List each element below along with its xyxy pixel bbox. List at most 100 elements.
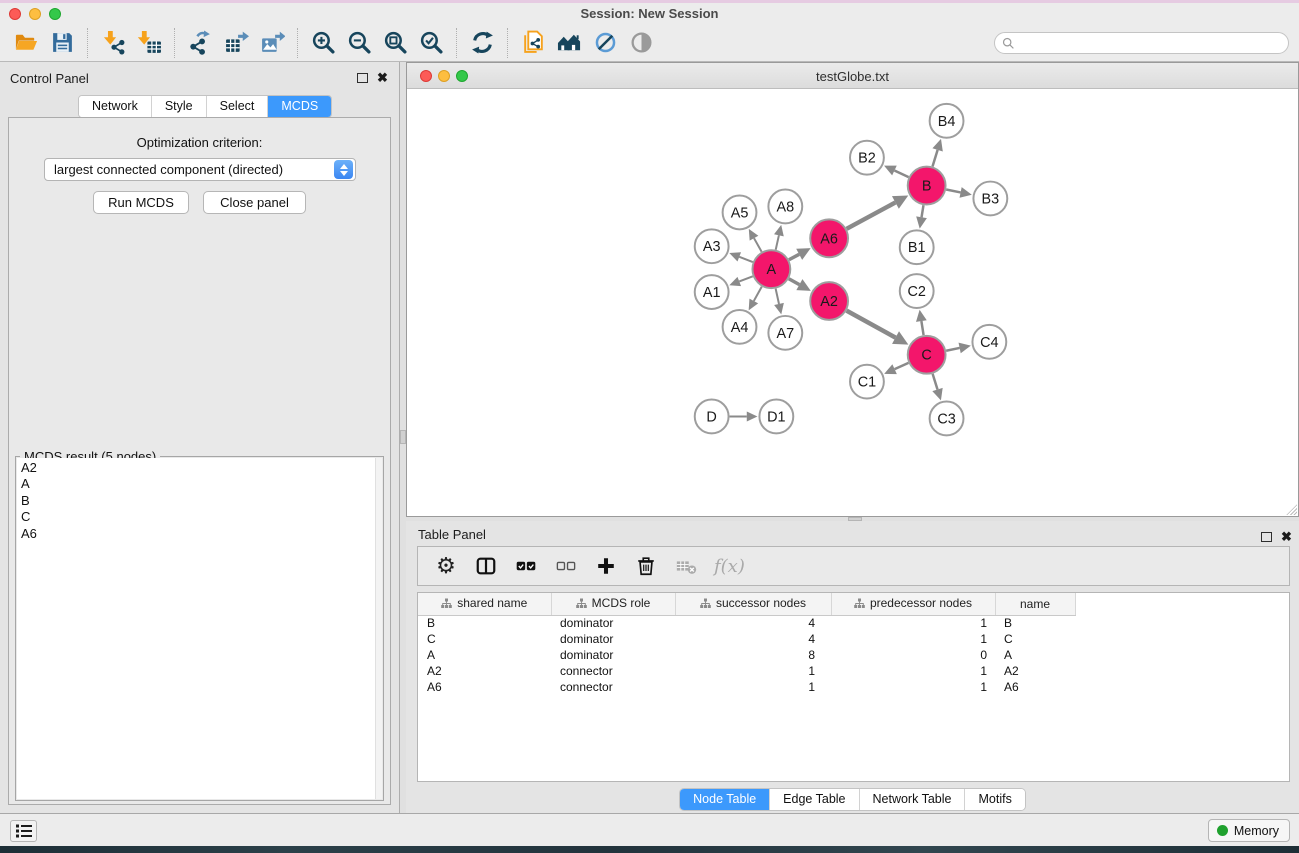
- node-C4[interactable]: C4: [972, 325, 1006, 359]
- cybrowser-home-icon[interactable]: [551, 27, 587, 59]
- node-B2[interactable]: B2: [850, 141, 884, 175]
- close-panel-icon[interactable]: ✖: [1281, 529, 1292, 545]
- network-window-titlebar[interactable]: testGlobe.txt: [407, 63, 1298, 89]
- cell-successor-nodes[interactable]: 4: [675, 615, 831, 631]
- tab-network-table[interactable]: Network Table: [860, 789, 966, 810]
- node-C1[interactable]: C1: [850, 365, 884, 399]
- cell-predecessor-nodes[interactable]: 1: [831, 615, 995, 631]
- node-B[interactable]: B: [908, 167, 946, 205]
- cell-name[interactable]: B: [995, 615, 1075, 631]
- open-file-icon[interactable]: [8, 27, 44, 59]
- tab-style[interactable]: Style: [152, 96, 207, 117]
- cell-shared-name[interactable]: A2: [418, 663, 551, 679]
- edge-A2-C[interactable]: [847, 311, 896, 338]
- split-panel-icon[interactable]: [474, 552, 498, 580]
- tab-mcds[interactable]: MCDS: [268, 96, 331, 117]
- table-settings-gear-icon[interactable]: ⚙: [434, 552, 458, 580]
- resize-grip-icon[interactable]: [1284, 502, 1297, 515]
- cell-name[interactable]: A6: [995, 679, 1075, 695]
- edge-B-B2[interactable]: [894, 171, 908, 178]
- tab-network[interactable]: Network: [79, 96, 152, 117]
- zoom-in-icon[interactable]: [305, 27, 341, 59]
- node-D1[interactable]: D1: [759, 400, 793, 434]
- edge-A-A7[interactable]: [776, 289, 779, 304]
- column-header-MCDS-role[interactable]: MCDS role: [551, 593, 675, 615]
- memory-button[interactable]: Memory: [1208, 819, 1290, 842]
- dropdown-stepper-icon[interactable]: [334, 160, 353, 179]
- cell-successor-nodes[interactable]: 1: [675, 679, 831, 695]
- node-A2[interactable]: A2: [810, 282, 848, 320]
- criterion-dropdown[interactable]: largest connected component (directed): [44, 158, 356, 181]
- zoom-selected-icon[interactable]: [413, 27, 449, 59]
- cell-predecessor-nodes[interactable]: 1: [831, 663, 995, 679]
- cell-name[interactable]: A2: [995, 663, 1075, 679]
- cell-MCDS-role[interactable]: connector: [551, 663, 675, 679]
- edge-A-A3[interactable]: [739, 257, 753, 262]
- edge-A-A4[interactable]: [754, 287, 762, 301]
- cell-successor-nodes[interactable]: 4: [675, 631, 831, 647]
- column-header-successor-nodes[interactable]: successor nodes: [675, 593, 831, 615]
- new-network-icon[interactable]: [182, 27, 218, 59]
- mcds-result-item[interactable]: A6: [17, 526, 382, 542]
- clone-network-icon[interactable]: [515, 27, 551, 59]
- export-table-icon[interactable]: [218, 27, 254, 59]
- hide-panels-icon[interactable]: [587, 27, 623, 59]
- close-panel-icon[interactable]: ✖: [377, 70, 388, 86]
- edge-A-A1[interactable]: [739, 276, 753, 281]
- mcds-result-list[interactable]: A2ABCA6: [17, 458, 382, 799]
- tab-node-table[interactable]: Node Table: [680, 789, 770, 810]
- table-row[interactable]: A6connector11A6: [418, 679, 1075, 695]
- delete-table-icon[interactable]: [674, 552, 698, 580]
- zoom-out-icon[interactable]: [341, 27, 377, 59]
- edge-A-A2[interactable]: [789, 279, 800, 285]
- cell-successor-nodes[interactable]: 1: [675, 663, 831, 679]
- tab-motifs[interactable]: Motifs: [965, 789, 1024, 810]
- edge-C-C2[interactable]: [921, 321, 923, 335]
- edge-A6-B[interactable]: [847, 202, 896, 228]
- node-A8[interactable]: A8: [768, 190, 802, 224]
- cell-name[interactable]: A: [995, 647, 1075, 663]
- refresh-layout-icon[interactable]: [464, 27, 500, 59]
- table-row[interactable]: Cdominator41C: [418, 631, 1075, 647]
- save-session-icon[interactable]: [44, 27, 80, 59]
- add-column-icon[interactable]: [594, 552, 618, 580]
- float-panel-icon[interactable]: [357, 73, 368, 83]
- column-header-shared-name[interactable]: shared name: [418, 593, 551, 615]
- close-panel-button[interactable]: Close panel: [203, 191, 306, 214]
- deselect-all-icon[interactable]: [554, 552, 578, 580]
- table-row[interactable]: Bdominator41B: [418, 615, 1075, 631]
- node-A5[interactable]: A5: [723, 196, 757, 230]
- node-A7[interactable]: A7: [768, 316, 802, 350]
- cell-shared-name[interactable]: C: [418, 631, 551, 647]
- node-C3[interactable]: C3: [930, 402, 964, 436]
- network-graph[interactable]: B4B2BB3A8A5A6A3B1AC2A1A2A4A7C4CC1DD1C3: [407, 89, 1298, 516]
- node-D[interactable]: D: [695, 400, 729, 434]
- cell-shared-name[interactable]: A: [418, 647, 551, 663]
- import-network-icon[interactable]: [95, 27, 131, 59]
- export-image-icon[interactable]: [254, 27, 290, 59]
- edge-A-A6[interactable]: [789, 254, 799, 259]
- edge-C-C1[interactable]: [895, 363, 909, 369]
- cell-MCDS-role[interactable]: connector: [551, 679, 675, 695]
- cell-MCDS-role[interactable]: dominator: [551, 647, 675, 663]
- function-builder-icon[interactable]: f(x): [714, 552, 745, 580]
- cell-MCDS-role[interactable]: dominator: [551, 615, 675, 631]
- edge-A-A5[interactable]: [754, 238, 762, 252]
- mcds-result-item[interactable]: A2: [17, 460, 382, 476]
- run-mcds-button[interactable]: Run MCDS: [93, 191, 189, 214]
- cell-MCDS-role[interactable]: dominator: [551, 631, 675, 647]
- select-all-icon[interactable]: [514, 552, 538, 580]
- tab-edge-table[interactable]: Edge Table: [770, 789, 859, 810]
- network-canvas[interactable]: B4B2BB3A8A5A6A3B1AC2A1A2A4A7C4CC1DD1C3: [407, 89, 1298, 516]
- show-eye-icon[interactable]: [623, 27, 659, 59]
- mcds-result-item[interactable]: A: [17, 476, 382, 492]
- cell-shared-name[interactable]: A6: [418, 679, 551, 695]
- float-panel-icon[interactable]: [1261, 532, 1272, 542]
- list-scrollbar[interactable]: [375, 458, 382, 799]
- zoom-fit-icon[interactable]: [377, 27, 413, 59]
- node-A[interactable]: A: [752, 250, 790, 288]
- cell-predecessor-nodes[interactable]: 1: [831, 679, 995, 695]
- node-C[interactable]: C: [908, 336, 946, 374]
- cell-predecessor-nodes[interactable]: 1: [831, 631, 995, 647]
- node-B3[interactable]: B3: [973, 182, 1007, 216]
